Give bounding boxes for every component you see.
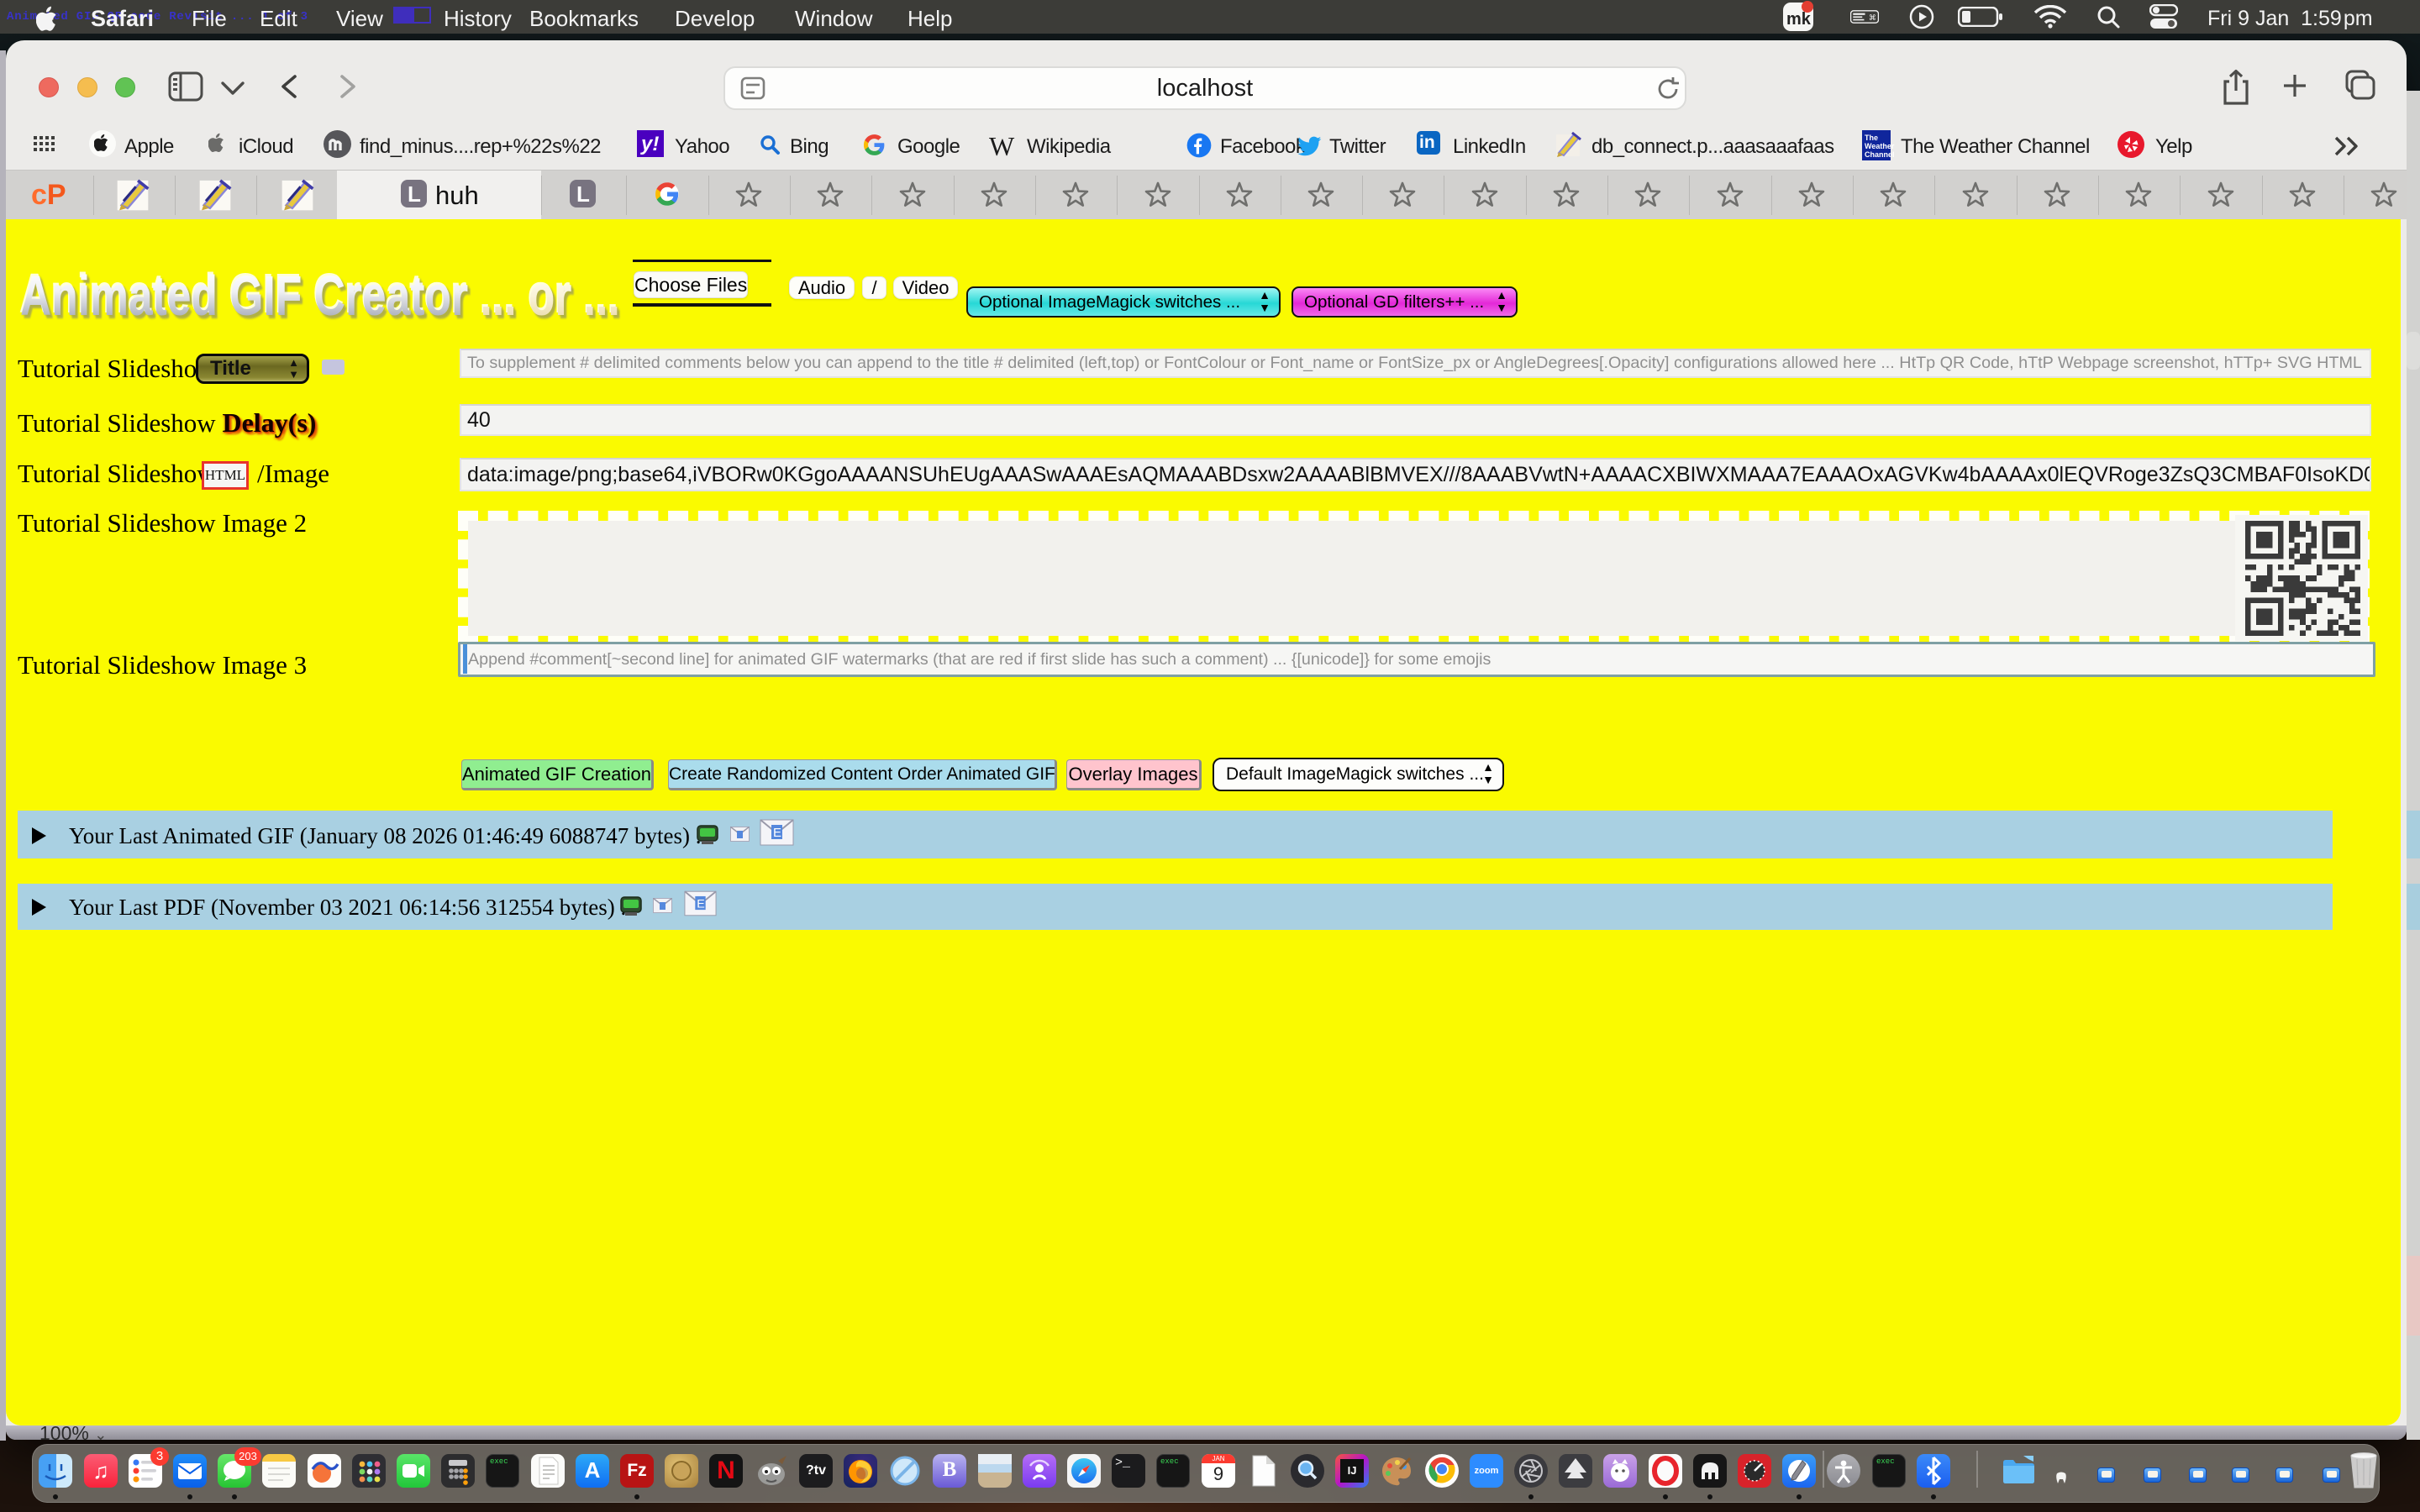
svg-text:E: E xyxy=(697,897,705,911)
svg-text:E: E xyxy=(773,826,781,840)
svg-text:⌘: ⌘ xyxy=(1869,13,1876,22)
